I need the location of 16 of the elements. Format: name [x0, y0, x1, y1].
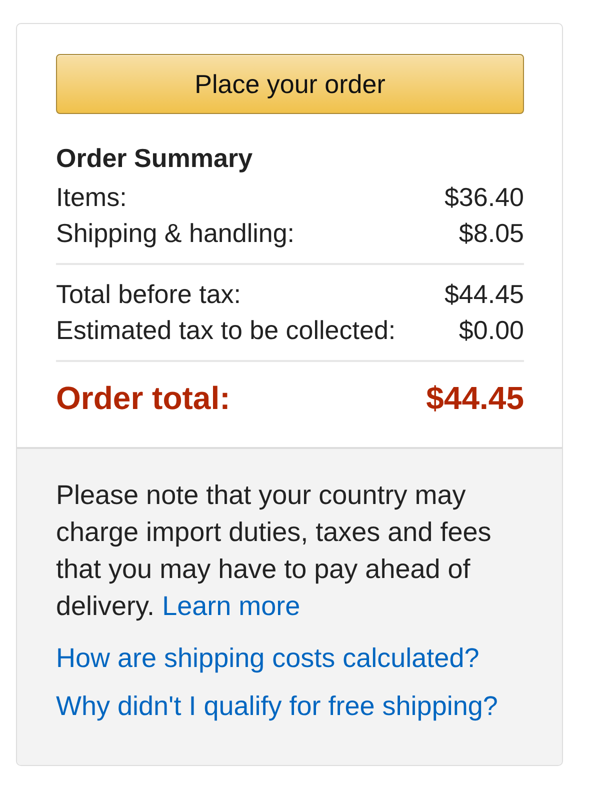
import-notice-text: Please note that your country may charge import duties, taxes and fees that you may have to pay ahead of delivery. Learn more: [56, 479, 492, 623]
line-amount: $36.40: [444, 181, 524, 214]
help-link[interactable]: How are shipping costs calculated?: [56, 640, 480, 677]
line-label: Estimated tax to be collected:: [56, 314, 396, 347]
summary-heading: Order Summary: [56, 142, 254, 175]
line-amount: $44.45: [444, 278, 524, 311]
line-amount: $8.05: [458, 217, 524, 250]
order-total-label: Order total:: [56, 379, 230, 418]
line-label: Shipping & handling:: [56, 217, 295, 250]
help-link[interactable]: Why didn't I qualify for free shipping?: [56, 688, 498, 725]
order-total-amount: $44.45: [426, 379, 524, 418]
learn-more-link[interactable]: Learn more: [162, 591, 300, 621]
line-label: Items:: [56, 181, 127, 214]
place-order-button[interactable]: Place your order: [56, 54, 524, 114]
line-label: Total before tax:: [56, 278, 241, 311]
line-amount: $0.00: [458, 314, 524, 347]
